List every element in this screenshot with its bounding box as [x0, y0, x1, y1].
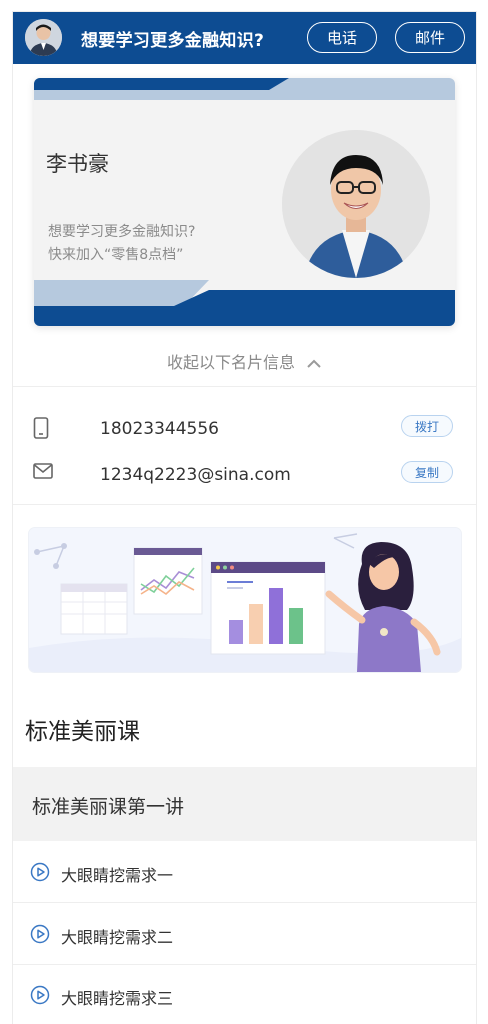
course-title: 标准美丽课: [25, 719, 140, 745]
card-name: 李书豪: [46, 152, 109, 176]
mail-icon: [33, 463, 53, 483]
lesson-title: 标准美丽课第一讲: [32, 796, 185, 818]
play-circle-icon: [30, 862, 50, 886]
lesson-item-label: 大眼睛挖需求一: [61, 866, 174, 885]
collapse-label: 收起以下名片信息: [166, 353, 295, 372]
mail-button[interactable]: 邮件: [395, 22, 465, 53]
chevron-up-icon: [306, 354, 322, 373]
top-bar: 想要学习更多金融知识? 电话 邮件: [13, 12, 476, 64]
divider: [13, 964, 476, 965]
lesson-item-label: 大眼睛挖需求三: [61, 989, 174, 1008]
list-item[interactable]: 大眼睛挖需求三: [13, 967, 476, 1024]
avatar[interactable]: [25, 19, 62, 56]
app-frame: 想要学习更多金融知识? 电话 邮件 李书豪 想要学习更多金融知识? 快来加入“零…: [13, 12, 476, 1024]
phone-number: 18023344556: [100, 419, 219, 439]
list-item[interactable]: 大眼睛挖需求二: [13, 906, 476, 964]
collapse-toggle[interactable]: 收起以下名片信息: [13, 349, 476, 373]
play-circle-icon: [30, 985, 50, 1009]
copy-button[interactable]: 复制: [401, 461, 453, 483]
divider: [13, 386, 476, 387]
header-title: 想要学习更多金融知识?: [81, 31, 265, 51]
course-banner[interactable]: [29, 528, 461, 672]
card-subtitle: 快来加入“零售8点档”: [48, 247, 184, 263]
lesson-header[interactable]: 标准美丽课第一讲: [13, 767, 476, 841]
mobile-phone-icon: [33, 417, 49, 443]
avatar-person-icon: [25, 19, 62, 56]
phone-button[interactable]: 电话: [307, 22, 377, 53]
profile-photo: [282, 130, 430, 278]
business-card: 李书豪 想要学习更多金融知识? 快来加入“零售8点档”: [34, 78, 455, 326]
divider: [13, 902, 476, 903]
list-item[interactable]: 大眼睛挖需求一: [13, 844, 476, 902]
contact-email-row: 1234q2223@sina.com 复制: [13, 455, 476, 495]
divider: [13, 504, 476, 505]
profile-person-icon: [282, 130, 430, 278]
email-address: 1234q2223@sina.com: [100, 465, 291, 485]
play-circle-icon: [30, 924, 50, 948]
call-button[interactable]: 拨打: [401, 415, 453, 437]
lesson-item-label: 大眼睛挖需求二: [61, 928, 174, 947]
presentation-illustration: [29, 528, 461, 672]
contact-phone-row: 18023344556 拨打: [13, 409, 476, 449]
card-tagline: 想要学习更多金融知识?: [48, 224, 196, 240]
